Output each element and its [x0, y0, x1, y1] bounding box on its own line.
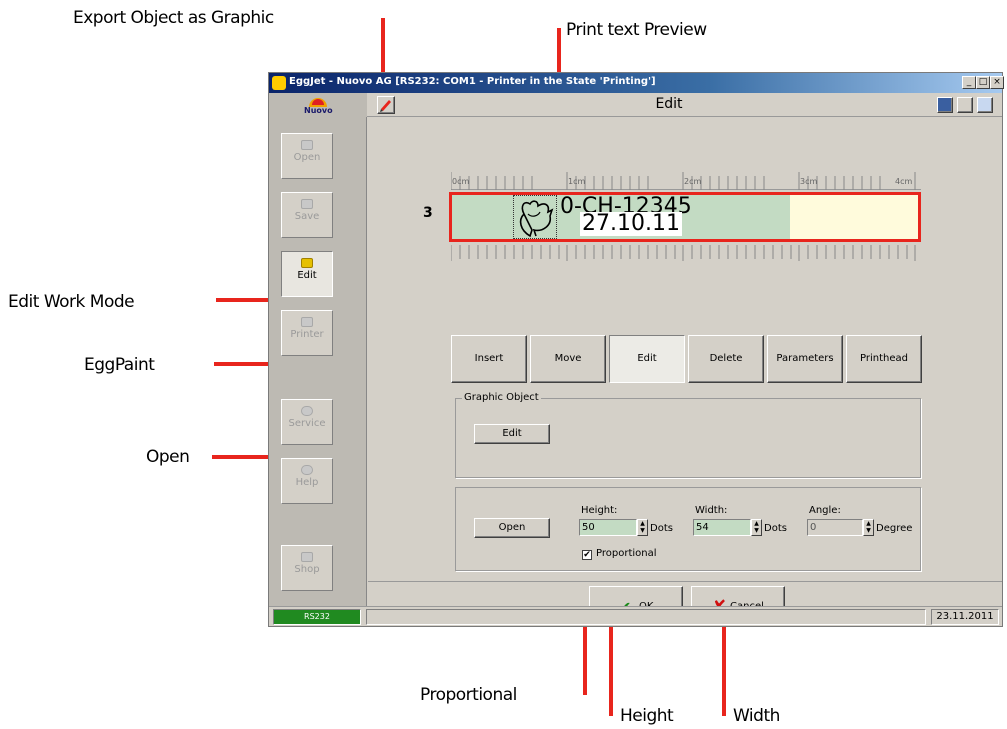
callout-proportional: Proportional — [420, 685, 517, 705]
sidebar-item-save[interactable]: Save — [281, 192, 333, 238]
tab-delete[interactable]: Delete — [688, 335, 764, 383]
status-date: 23.11.2011 — [931, 609, 999, 625]
help-icon — [301, 465, 313, 475]
preview-line-2: 27.10.11 — [580, 211, 682, 236]
view-mode-3-button[interactable] — [977, 97, 993, 113]
pencil-export-icon — [380, 100, 391, 112]
status-message — [366, 609, 926, 625]
ruler-label-1: 1cm — [568, 177, 586, 186]
width-input[interactable] — [693, 519, 751, 536]
sidebar-item-shop[interactable]: Shop — [281, 545, 333, 591]
page-title: Edit — [655, 96, 683, 112]
angle-unit: Degree — [876, 523, 913, 534]
tab-edit[interactable]: Edit — [609, 335, 685, 383]
maximize-button[interactable]: □ — [976, 76, 990, 89]
line-number: 3 — [423, 205, 433, 221]
graphic-object-group-label: Graphic Object — [462, 392, 541, 403]
sidebar-item-service[interactable]: Service — [281, 399, 333, 445]
tab-insert[interactable]: Insert — [451, 335, 527, 383]
open-graphic-button[interactable]: Open — [474, 518, 550, 538]
sidebar-item-label: Save — [294, 211, 320, 222]
divider — [368, 581, 1002, 582]
service-icon — [301, 406, 313, 416]
sidebar-item-open[interactable]: Open — [281, 133, 333, 179]
width-label: Width: — [695, 505, 728, 516]
app-logo-icon — [272, 76, 286, 90]
status-bar: RS232 23.11.2011 — [269, 606, 1002, 626]
header-toolbar: Nuovo Edit — [269, 93, 1002, 117]
folder-save-icon — [301, 199, 313, 209]
width-spinner[interactable]: ▲ ▼ — [751, 519, 762, 536]
angle-label: Angle: — [809, 505, 841, 516]
logo-area: Nuovo — [269, 93, 367, 117]
callout-height: Height — [620, 706, 674, 726]
sidebar-item-printer[interactable]: Printer — [281, 310, 333, 356]
sidebar-item-label: Help — [295, 477, 319, 488]
main-panel: 0cm 1cm 2cm 3cm 4cm 3 0-CH-12345 27.10.1… — [368, 117, 1002, 626]
hen-icon — [519, 200, 554, 238]
angle-input[interactable] — [807, 519, 863, 536]
view-mode-2-button[interactable] — [957, 97, 973, 113]
proportional-checkbox[interactable]: ✔ — [582, 550, 592, 560]
ruler-top: 0cm 1cm 2cm 3cm 4cm — [450, 172, 921, 190]
print-text-preview[interactable]: 0-CH-12345 27.10.11 — [449, 192, 921, 242]
tab-printhead[interactable]: Printhead — [846, 335, 922, 383]
eggpaint-edit-button[interactable]: Edit — [474, 424, 550, 444]
ruler-label-4: 4cm — [895, 177, 913, 186]
height-input[interactable] — [579, 519, 637, 536]
ruler-label-0: 0cm — [452, 177, 470, 186]
title-bar: EggJet - Nuovo AG [RS232: COM1 - Printer… — [269, 73, 1004, 93]
callout-open: Open — [146, 447, 190, 467]
tab-move[interactable]: Move — [530, 335, 606, 383]
app-window: EggJet - Nuovo AG [RS232: COM1 - Printer… — [268, 72, 1004, 627]
callout-edit-work-mode: Edit Work Mode — [8, 292, 135, 312]
graphic-object-hen[interactable] — [513, 195, 557, 239]
tab-parameters[interactable]: Parameters — [767, 335, 843, 383]
ruler-bottom-ticks — [450, 245, 916, 261]
sidebar-item-label: Service — [288, 418, 326, 429]
proportional-label: Proportional — [596, 548, 657, 559]
edit-icon — [301, 258, 313, 268]
callout-eggpaint: EggPaint — [84, 355, 155, 375]
sidebar-item-label: Printer — [290, 329, 324, 340]
export-graphic-button[interactable] — [377, 96, 395, 114]
sidebar: Open Save Edit Printer Service Help Shop — [269, 117, 367, 606]
sidebar-item-help[interactable]: Help — [281, 458, 333, 504]
height-unit: Dots — [650, 523, 673, 534]
callout-print-text-preview: Print text Preview — [566, 20, 707, 40]
minimize-button[interactable]: _ — [962, 76, 976, 89]
window-title: EggJet - Nuovo AG [RS232: COM1 - Printer… — [289, 76, 656, 87]
logo-text: Nuovo — [304, 106, 333, 115]
width-unit: Dots — [764, 523, 787, 534]
height-spinner[interactable]: ▲ ▼ — [637, 519, 648, 536]
callout-width: Width — [733, 706, 780, 726]
ruler-bottom — [450, 245, 921, 263]
angle-spinner[interactable]: ▲ ▼ — [863, 519, 874, 536]
preview-empty-area — [790, 195, 918, 239]
height-label: Height: — [581, 505, 618, 516]
close-button[interactable]: × — [990, 76, 1004, 89]
sidebar-item-edit[interactable]: Edit — [281, 251, 333, 297]
sidebar-item-label: Edit — [297, 270, 317, 281]
sidebar-item-label: Shop — [294, 564, 320, 575]
sidebar-item-label: Open — [293, 152, 321, 163]
view-mode-1-button[interactable] — [937, 97, 953, 113]
ruler-label-3: 3cm — [800, 177, 818, 186]
rs232-status: RS232 — [273, 609, 361, 625]
shop-icon — [301, 552, 313, 562]
ruler-label-2: 2cm — [684, 177, 702, 186]
printer-icon — [301, 317, 313, 327]
folder-open-icon — [301, 140, 313, 150]
callout-export-object: Export Object as Graphic — [73, 8, 274, 28]
